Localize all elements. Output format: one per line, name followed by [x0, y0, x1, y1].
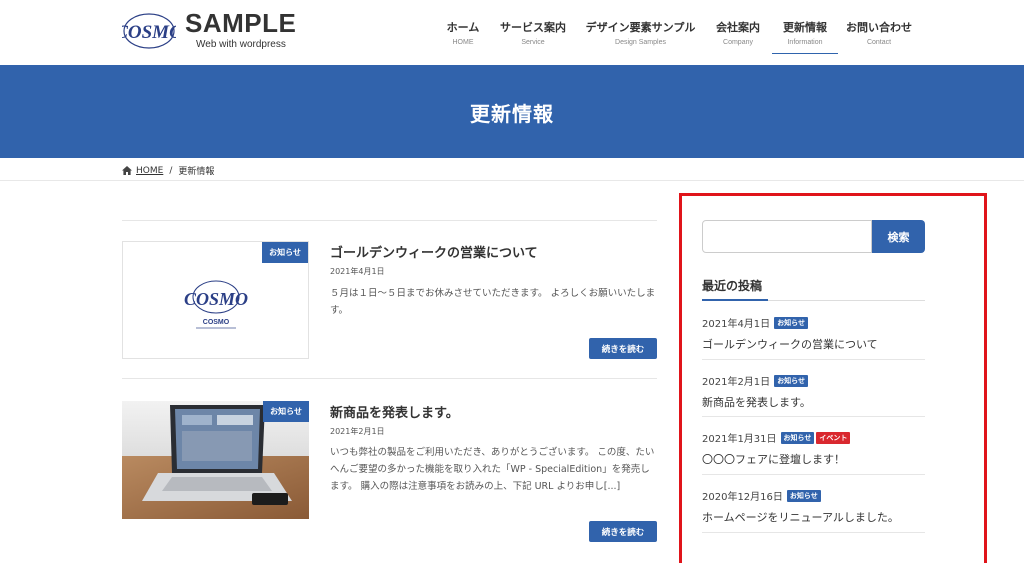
nav-sublabel: Service [521, 39, 545, 46]
post-card: COSMO COSMO お知らせ ゴールデンウィークの営業について 2021年4… [122, 241, 657, 359]
nav-sublabel: Design Samples [615, 39, 666, 46]
post-excerpt: ５月は１日～５日までお休みさせていただきます。 よろしくお願いいたします。 [330, 288, 656, 316]
logo-text: COSMO [122, 22, 176, 43]
recent-post-date: 2021年4月1日 [702, 319, 771, 330]
post-thumbnail[interactable]: お知らせ [122, 401, 309, 519]
recent-post-date: 2021年1月31日 [702, 434, 777, 445]
page-hero: 更新情報 [0, 65, 1024, 158]
nav-sublabel: Contact [866, 39, 892, 46]
breadcrumb-home-label: HOME [136, 165, 164, 176]
nav-label: 会社案内 [716, 21, 760, 34]
recent-post-category: お知らせ [780, 431, 815, 444]
recent-post-item: 2021年4月1日 お知らせ ゴールデンウィークの営業について [702, 315, 925, 352]
cosmo-logo-icon[interactable]: COSMO [122, 10, 176, 52]
post-divider [122, 378, 657, 379]
page-title: 更新情報 [470, 102, 554, 126]
recent-post-divider [702, 474, 925, 475]
nav-item-company[interactable]: 会社案内 Company [704, 0, 772, 54]
recent-post-item: 2021年1月31日 お知らせ イベント 〇〇〇フェアに登壇します！ [702, 430, 925, 467]
nav-item-contact[interactable]: お問い合わせ Contact [838, 0, 920, 54]
recent-post-category-event: イベント [816, 431, 851, 444]
nav-item-information[interactable]: 更新情報 Information [772, 0, 838, 54]
thumb-logo-subtext: COSMO [203, 319, 230, 326]
nav-item-home[interactable]: ホーム HOME [437, 0, 489, 54]
recent-post-divider [702, 359, 925, 360]
heading-accent-line [702, 299, 768, 301]
recent-post-link[interactable]: 〇〇〇フェアに登壇します！ [702, 451, 925, 467]
recent-post-divider [702, 532, 925, 533]
post-date: 2021年4月1日 [330, 267, 385, 276]
post-category-badge: お知らせ [263, 401, 309, 422]
recent-post-link[interactable]: 新商品を発表します。 [702, 394, 925, 410]
recent-post-category: お知らせ [774, 316, 809, 329]
search-input[interactable] [702, 220, 872, 253]
post-title[interactable]: ゴールデンウィークの営業について [330, 242, 538, 261]
post-excerpt: いつも弊社の製品をご利用いただき、ありがとうございます。 この度、たいへんご要望… [330, 447, 655, 492]
nav-label: サービス案内 [500, 21, 566, 34]
recent-post-date: 2021年2月1日 [702, 377, 771, 388]
nav-sublabel: Company [723, 39, 753, 46]
recent-post-date: 2020年12月16日 [702, 492, 783, 503]
recent-post-category: お知らせ [786, 489, 821, 502]
read-more-button[interactable]: 続きを読む [589, 521, 657, 542]
breadcrumb: HOME / 更新情報 [122, 164, 214, 177]
breadcrumb-separator: / [169, 165, 173, 176]
nav-label: デザイン要素サンプル [585, 21, 696, 34]
recent-post-link[interactable]: ゴールデンウィークの営業について [702, 336, 925, 352]
nav-label: お問い合わせ [846, 21, 912, 34]
breadcrumb-home[interactable]: HOME [122, 166, 163, 176]
nav-label: ホーム [446, 21, 480, 34]
post-date: 2021年2月1日 [330, 427, 385, 436]
site-tagline: Web with wordpress [196, 39, 286, 50]
post-category-badge: お知らせ [262, 242, 308, 263]
nav-label: 更新情報 [783, 21, 827, 34]
nav-sublabel: Information [787, 39, 823, 46]
recent-post-divider [702, 416, 925, 417]
read-more-button[interactable]: 続きを読む [589, 338, 657, 359]
post-list-divider [122, 220, 657, 221]
nav-sublabel: HOME [452, 39, 474, 46]
post-card: お知らせ 新商品を発表します。 2021年2月1日 いつも弊社の製品をご利用いた… [122, 401, 657, 542]
site-title[interactable]: SAMPLE [185, 8, 296, 39]
recent-post-item: 2020年12月16日 お知らせ ホームページをリニューアルしました。 [702, 488, 925, 525]
global-nav: ホーム HOME サービス案内 Service デザイン要素サンプル Desig… [437, 0, 920, 54]
post-title[interactable]: 新商品を発表します。 [330, 402, 459, 421]
breadcrumb-current: 更新情報 [178, 167, 215, 177]
post-thumbnail[interactable]: COSMO COSMO お知らせ [122, 241, 309, 359]
nav-item-service[interactable]: サービス案内 Service [489, 0, 577, 54]
nav-item-design-samples[interactable]: デザイン要素サンプル Design Samples [577, 0, 704, 54]
recent-post-link[interactable]: ホームページをリニューアルしました。 [702, 509, 925, 525]
recent-posts-heading: 最近の投稿 [702, 279, 763, 293]
search-button[interactable]: 検索 [872, 220, 925, 253]
site-header: COSMO SAMPLE Web with wordpress ホーム HOME… [0, 0, 1024, 65]
breadcrumb-divider [0, 180, 1024, 181]
recent-post-item: 2021年2月1日 お知らせ 新商品を発表します。 [702, 373, 925, 410]
thumb-logo-text: COSMO [184, 289, 248, 309]
home-icon [122, 166, 132, 175]
recent-post-category: お知らせ [774, 374, 809, 387]
